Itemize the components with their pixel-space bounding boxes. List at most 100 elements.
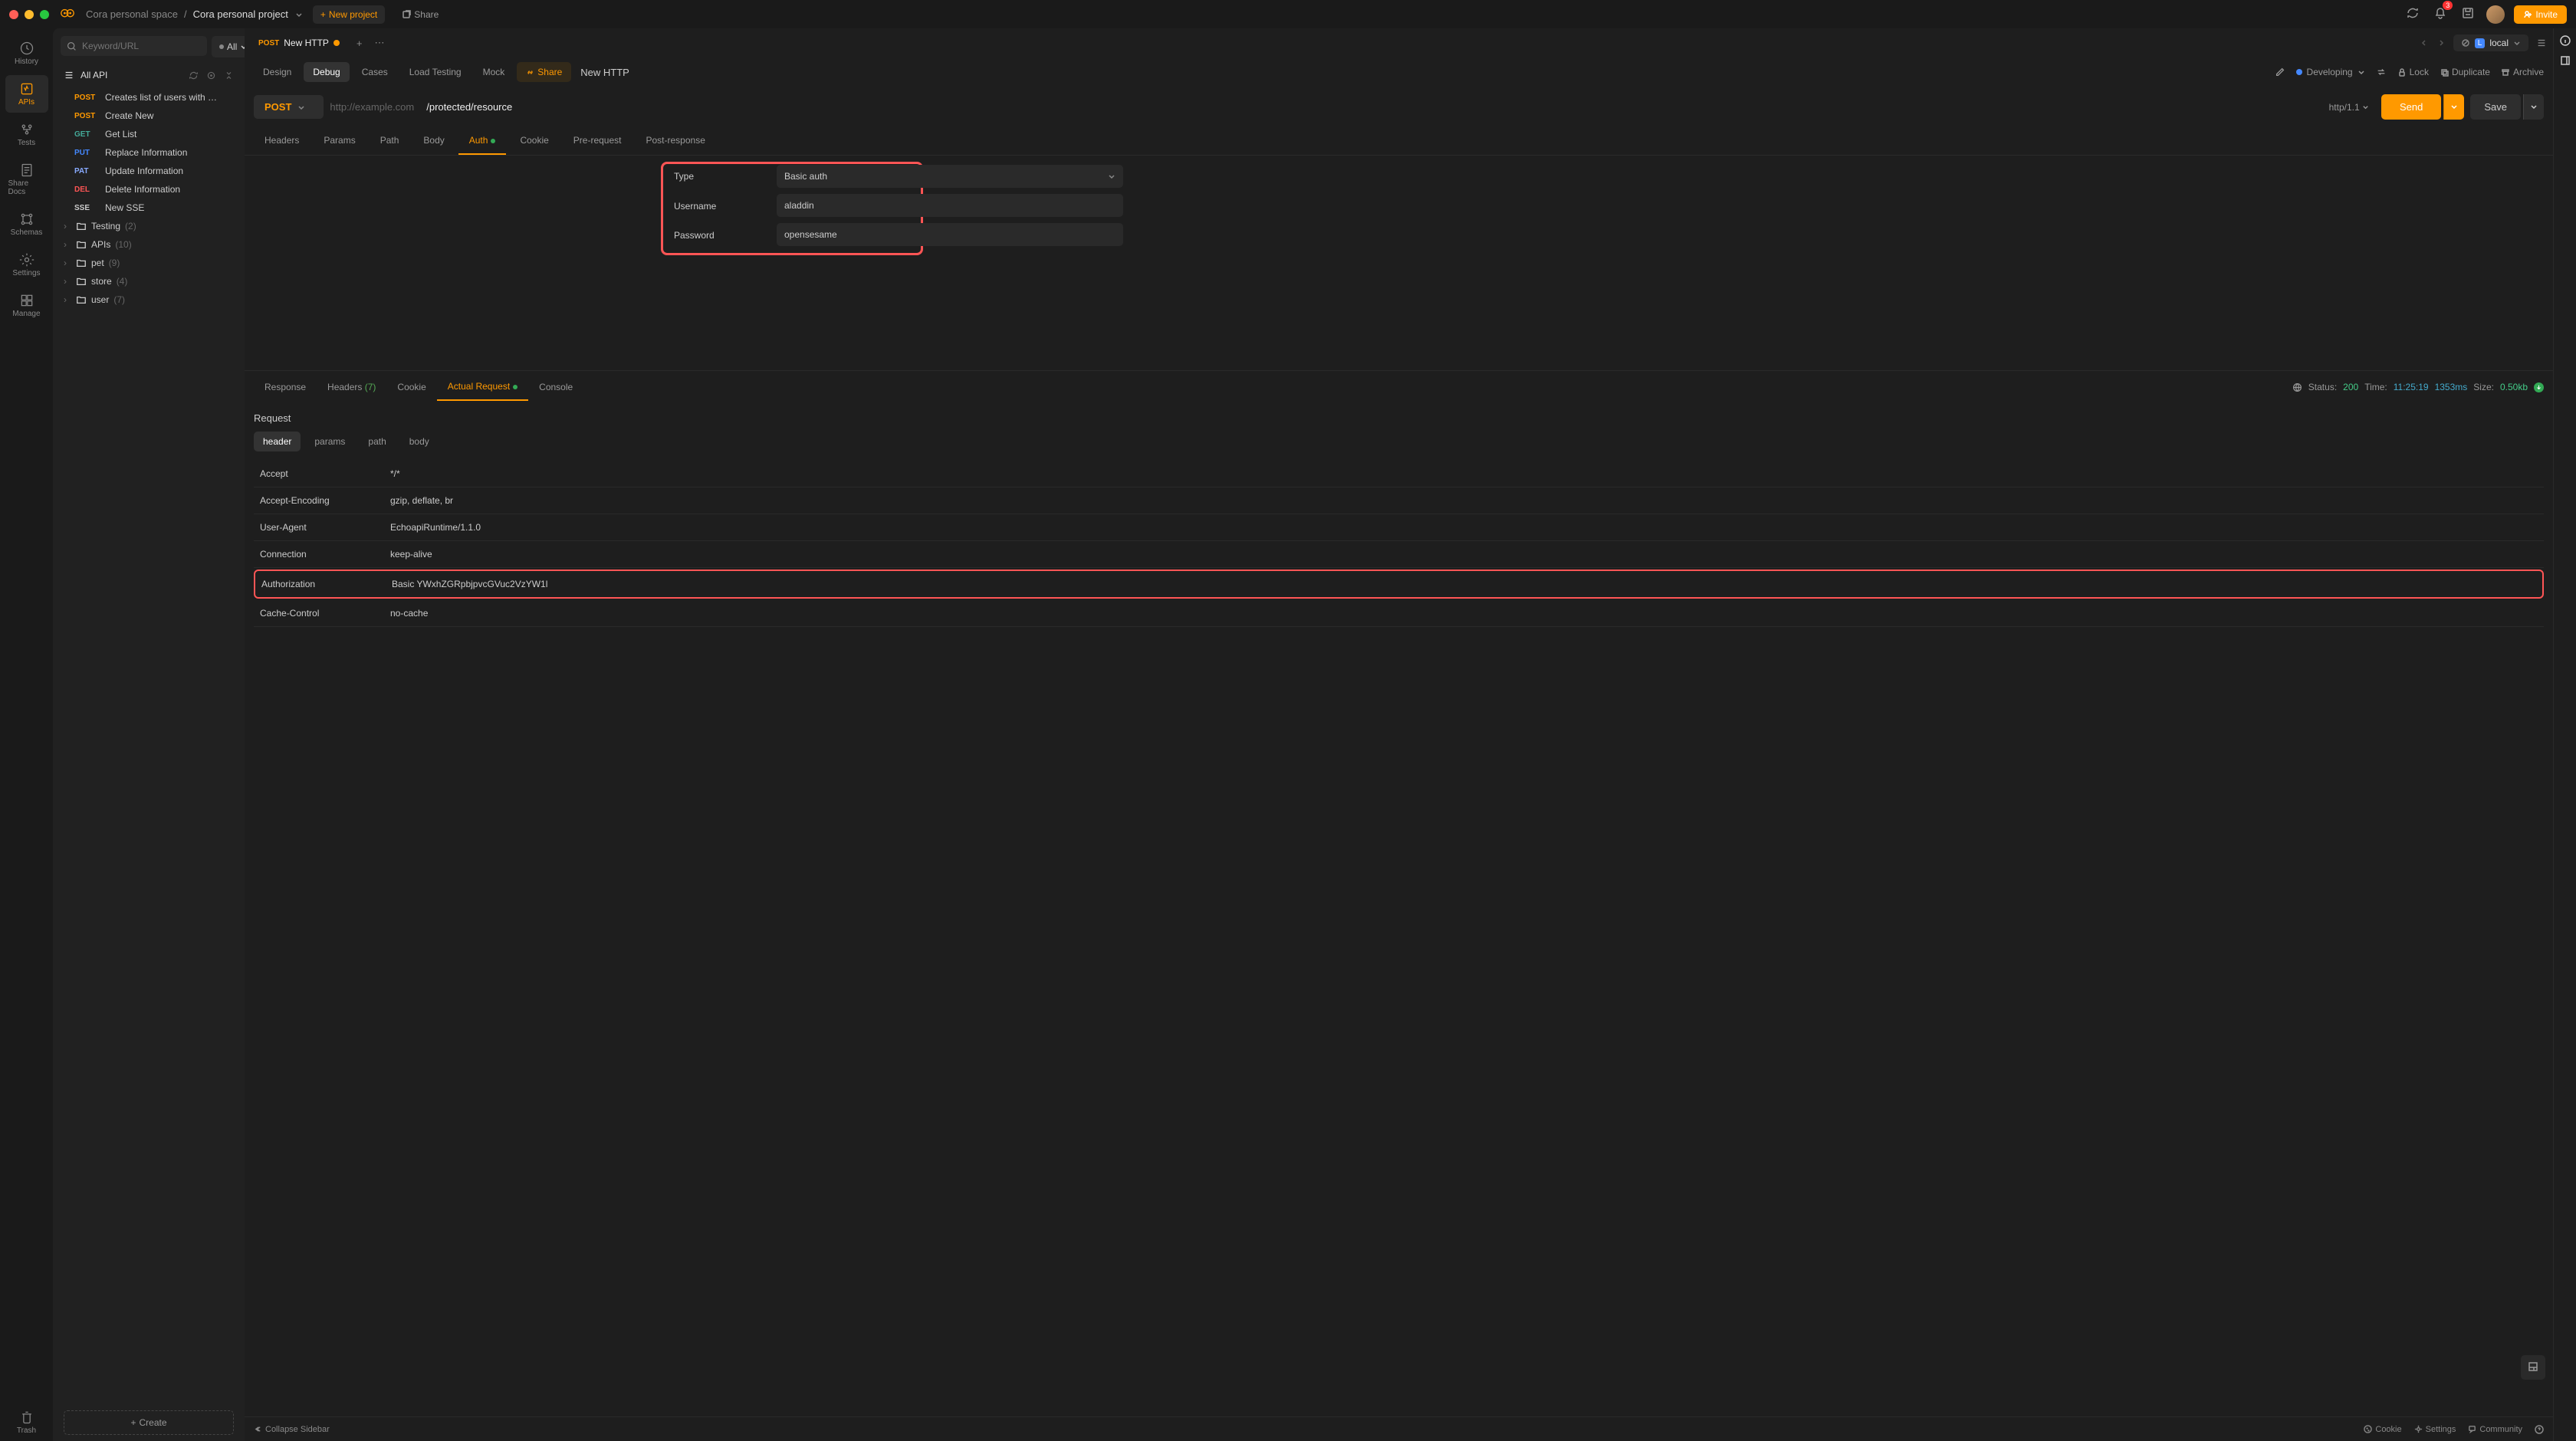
resptab-response[interactable]: Response	[254, 374, 317, 400]
footer-cookie[interactable]: Cookie	[2364, 1425, 2401, 1434]
reqtab-post[interactable]: Post-response	[636, 127, 716, 155]
reqtab-path[interactable]: Path	[370, 127, 410, 155]
plus-icon: +	[320, 9, 326, 20]
layout-toggle[interactable]	[2521, 1355, 2545, 1380]
subtab-cases[interactable]: Cases	[353, 62, 397, 82]
send-button[interactable]: Send	[2381, 94, 2441, 120]
resptab-actual[interactable]: Actual Request	[437, 373, 528, 401]
reqtab-cookie[interactable]: Cookie	[509, 127, 559, 155]
create-button[interactable]: +Create	[64, 1410, 234, 1435]
nav-tests[interactable]: Tests	[5, 116, 48, 153]
prev-tab-icon[interactable]	[2420, 38, 2429, 48]
sync-button[interactable]	[2404, 4, 2422, 25]
unsaved-indicator	[334, 40, 340, 46]
edit-icon[interactable]	[2275, 67, 2285, 77]
api-item[interactable]: SSENew SSE	[53, 199, 245, 217]
share-button[interactable]: Share	[394, 5, 446, 24]
api-item[interactable]: DELDelete Information	[53, 180, 245, 199]
subtab-mock[interactable]: Mock	[474, 62, 514, 82]
tab-add[interactable]: +	[353, 34, 366, 52]
header-row: Connectionkeep-alive	[254, 541, 2544, 568]
footer-community[interactable]: Community	[2468, 1425, 2522, 1434]
nav-trash[interactable]: Trash	[5, 1403, 48, 1441]
nav-apis[interactable]: APIs	[5, 75, 48, 113]
close-window[interactable]	[9, 10, 18, 19]
api-item[interactable]: PATUpdate Information	[53, 162, 245, 180]
collapse-sidebar[interactable]: Collapse Sidebar	[254, 1425, 330, 1434]
actual-path-tab[interactable]: path	[359, 432, 395, 451]
reqtab-auth[interactable]: Auth	[458, 127, 507, 155]
subtab-design[interactable]: Design	[254, 62, 301, 82]
resptab-headers[interactable]: Headers (7)	[317, 374, 386, 400]
folder-item[interactable]: ›store (4)	[53, 272, 245, 290]
subtab-load[interactable]: Load Testing	[400, 62, 471, 82]
duplicate-button[interactable]: Duplicate	[2440, 67, 2490, 77]
nav-schemas[interactable]: Schemas	[5, 205, 48, 243]
api-item[interactable]: POSTCreates list of users with …	[53, 88, 245, 107]
protocol-select[interactable]: http/1.1	[2323, 99, 2375, 116]
api-item[interactable]: POSTCreate New	[53, 107, 245, 125]
folder-item[interactable]: ›pet (9)	[53, 254, 245, 272]
folder-item[interactable]: ›Testing (2)	[53, 217, 245, 235]
next-tab-icon[interactable]	[2436, 38, 2446, 48]
download-icon[interactable]	[2534, 382, 2544, 392]
actual-params-tab[interactable]: params	[305, 432, 354, 451]
workspace-name[interactable]: Cora personal space	[86, 8, 178, 20]
method-select[interactable]: POST	[254, 95, 324, 119]
folder-item[interactable]: ›user (7)	[53, 290, 245, 309]
folder-item[interactable]: ›APIs (10)	[53, 235, 245, 254]
send-dropdown[interactable]	[2443, 94, 2464, 120]
project-name[interactable]: Cora personal project	[193, 8, 288, 20]
reqtab-body[interactable]: Body	[412, 127, 455, 155]
tree-header[interactable]: All API	[53, 65, 245, 85]
api-item[interactable]: GETGet List	[53, 125, 245, 143]
avatar[interactable]	[2486, 5, 2505, 24]
status-selector[interactable]: Developing	[2296, 67, 2365, 77]
grid-icon	[2527, 1361, 2539, 1373]
actual-body-tab[interactable]: body	[400, 432, 439, 451]
swap-icon[interactable]	[2376, 67, 2387, 77]
archive-button[interactable]: Archive	[2501, 67, 2544, 77]
save-button[interactable]: Save	[2470, 94, 2521, 120]
lock-button[interactable]: Lock	[2397, 67, 2429, 77]
tab-menu[interactable]: ⋯	[372, 34, 388, 52]
chevron-down-icon	[2358, 68, 2365, 76]
maximize-window[interactable]	[40, 10, 49, 19]
invite-button[interactable]: Invite	[2514, 5, 2567, 24]
nav-share-docs[interactable]: Share Docs	[5, 156, 48, 202]
save-dropdown[interactable]	[2523, 94, 2544, 120]
expand-icon[interactable]	[224, 71, 234, 80]
notifications-button[interactable]: 3	[2431, 4, 2450, 25]
auth-user-label: Username	[674, 201, 716, 212]
env-selector[interactable]: L local	[2453, 34, 2528, 51]
subtab-share[interactable]: Share	[517, 62, 571, 82]
reqtab-headers[interactable]: Headers	[254, 127, 310, 155]
help-icon[interactable]	[2535, 1425, 2544, 1434]
auth-type-select[interactable]: Basic auth	[777, 165, 1123, 188]
search-input[interactable]	[61, 36, 207, 56]
chevron-down-icon[interactable]	[294, 10, 304, 19]
target-icon[interactable]	[206, 71, 216, 80]
reqtab-params[interactable]: Params	[313, 127, 366, 155]
new-project-button[interactable]: + New project	[313, 5, 385, 24]
menu-icon[interactable]	[2536, 38, 2547, 48]
nav-history[interactable]: History	[5, 34, 48, 72]
panel-icon[interactable]	[2559, 54, 2571, 67]
info-icon[interactable]	[2559, 34, 2571, 47]
resptab-console[interactable]: Console	[528, 374, 583, 400]
subtab-debug[interactable]: Debug	[304, 62, 349, 82]
auth-pass-input[interactable]	[777, 223, 1123, 246]
footer-settings[interactable]: Settings	[2414, 1425, 2456, 1434]
nav-settings[interactable]: Settings	[5, 246, 48, 284]
url-path-input[interactable]	[420, 95, 2316, 119]
resptab-cookie[interactable]: Cookie	[386, 374, 436, 400]
actual-header-tab[interactable]: header	[254, 432, 301, 451]
reqtab-pre[interactable]: Pre-request	[563, 127, 632, 155]
auth-user-input[interactable]	[777, 194, 1123, 217]
api-item[interactable]: PUTReplace Information	[53, 143, 245, 162]
refresh-icon[interactable]	[189, 71, 199, 80]
minimize-window[interactable]	[25, 10, 34, 19]
save-all-button[interactable]	[2459, 4, 2477, 25]
tab-current[interactable]: POST New HTTP	[251, 33, 347, 53]
nav-manage[interactable]: Manage	[5, 287, 48, 324]
